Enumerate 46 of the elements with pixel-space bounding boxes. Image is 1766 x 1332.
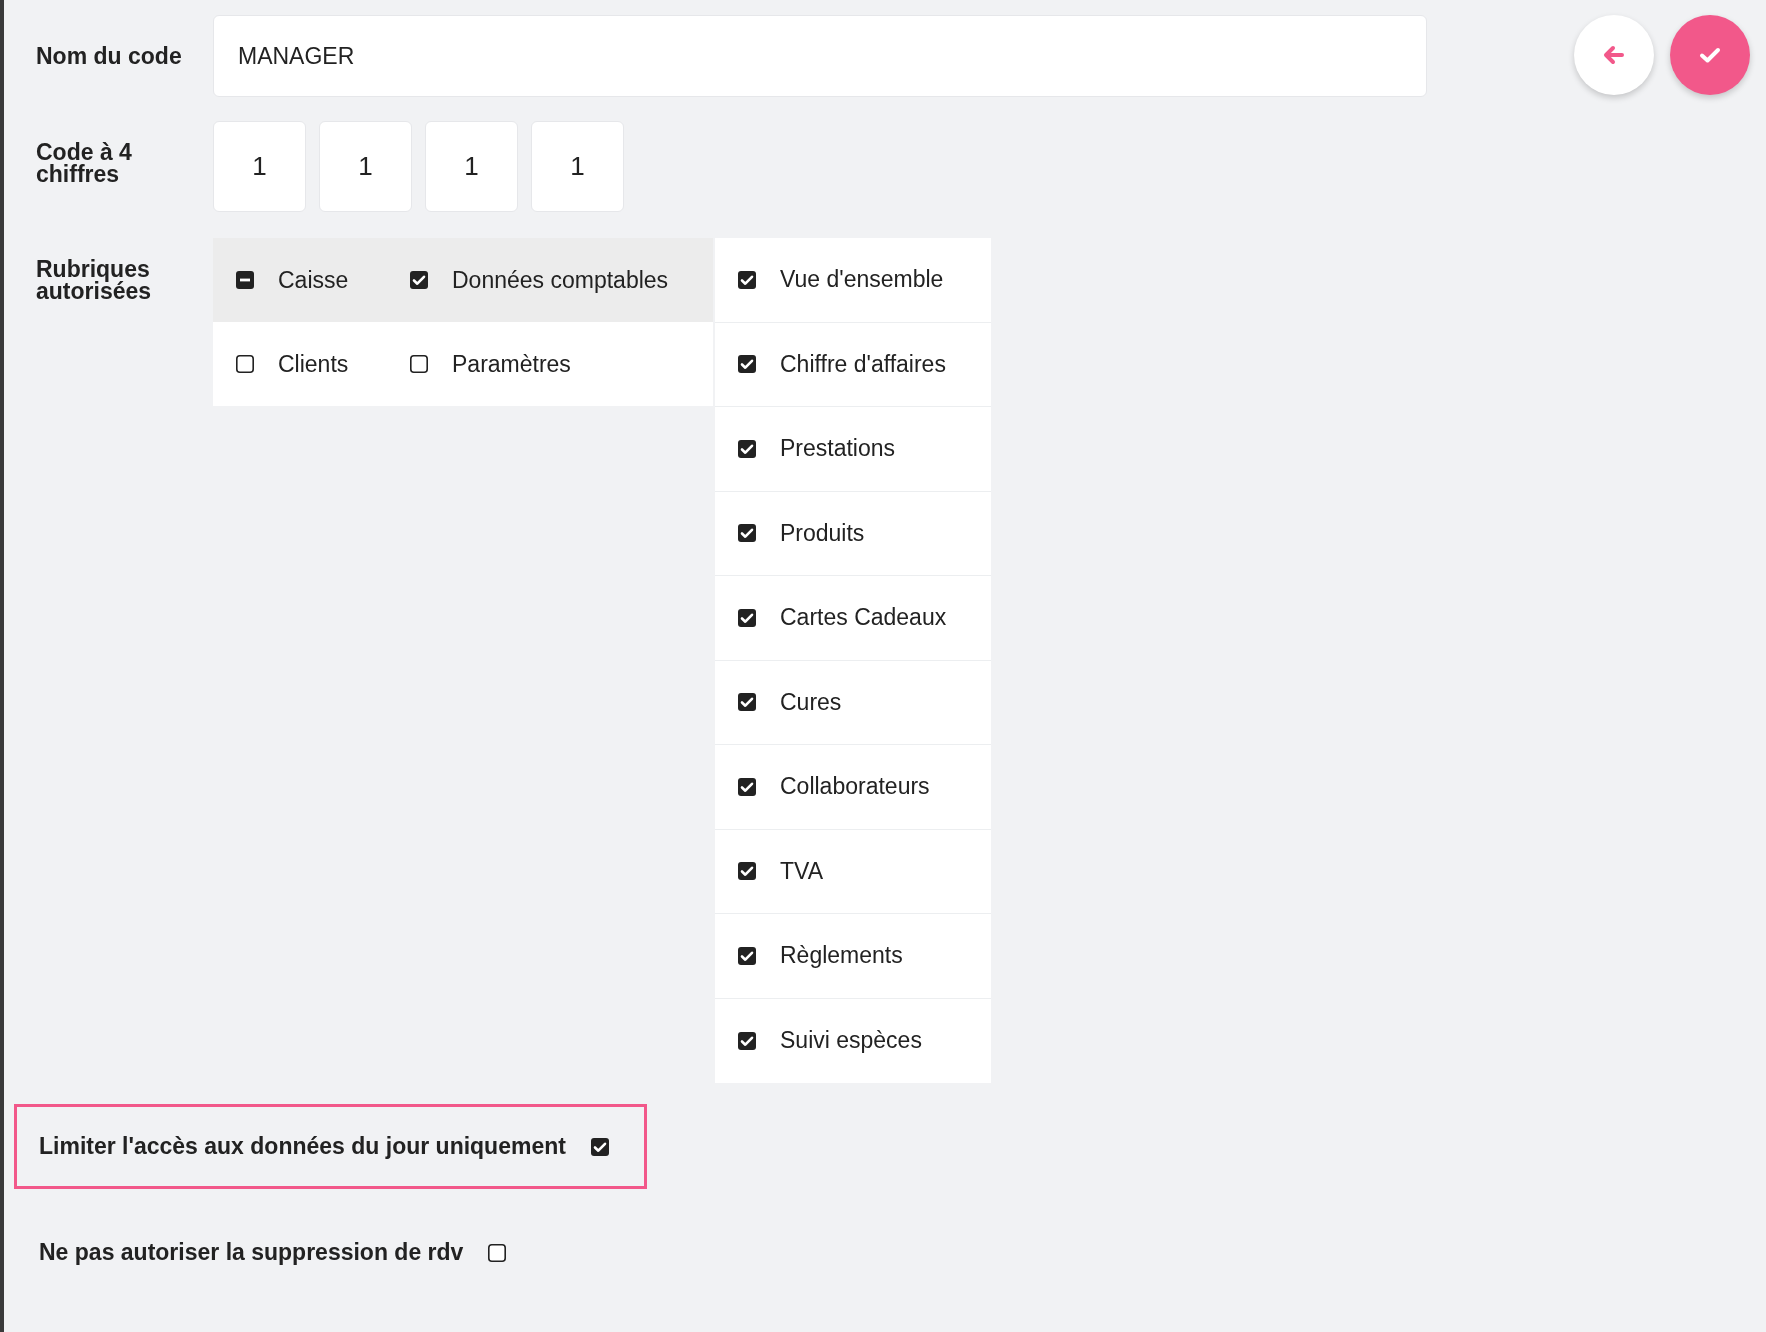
option-label: Ne pas autoriser la suppression de rdv: [39, 1239, 464, 1266]
subsection-label: TVA: [780, 857, 824, 885]
back-button[interactable]: [1574, 15, 1654, 95]
subsection-label: Vue d'ensemble: [780, 266, 944, 294]
confirm-button[interactable]: [1670, 15, 1750, 95]
option-label: Limiter l'accès aux données du jour uniquement: [39, 1133, 566, 1160]
checked-checkbox-icon[interactable]: [589, 1136, 610, 1157]
checked-checkbox-icon[interactable]: [737, 354, 757, 375]
pin-digit-field[interactable]: 1: [531, 121, 624, 212]
pin-digit-field[interactable]: 1: [213, 121, 306, 212]
empty-checkbox-icon[interactable]: [487, 1242, 508, 1263]
subsection-label: Cartes Cadeaux: [780, 604, 947, 632]
arrow-left-icon: [1603, 45, 1625, 65]
subsection-label: Chiffre d'affaires: [780, 350, 946, 378]
subsection-label: Collaborateurs: [780, 773, 930, 801]
subsection-label: Produits: [780, 519, 865, 547]
indeterminate-checkbox-icon[interactable]: [235, 270, 255, 290]
checked-checkbox-icon[interactable]: [737, 269, 757, 290]
field-label: Rubriques autorisées: [36, 258, 153, 306]
checked-checkbox-icon[interactable]: [737, 945, 757, 966]
code-name-field[interactable]: MANAGER: [213, 15, 1427, 97]
field-label: Nom du code: [36, 42, 183, 70]
pin-digit-field[interactable]: 1: [319, 121, 412, 212]
field-label: Code à 4 chiffres: [36, 140, 133, 185]
empty-checkbox-icon[interactable]: [235, 354, 255, 374]
checked-checkbox-icon[interactable]: [737, 438, 757, 459]
section-label: Données comptables: [452, 266, 669, 294]
checked-checkbox-icon[interactable]: [737, 776, 757, 797]
subsection-label: Suivi espèces: [780, 1027, 922, 1055]
checkmark-icon: [1699, 46, 1721, 64]
section-row[interactable]: Caisse Données comptables: [213, 238, 713, 322]
checked-checkbox-icon[interactable]: [737, 523, 757, 544]
checked-checkbox-icon[interactable]: [409, 270, 429, 290]
subsection-label: Cures: [780, 688, 842, 716]
empty-checkbox-icon[interactable]: [409, 354, 429, 374]
subsection-label: Règlements: [780, 942, 903, 970]
section-label: Caisse: [278, 266, 349, 294]
pin-digit-field[interactable]: 1: [425, 121, 518, 212]
checked-checkbox-icon[interactable]: [737, 692, 757, 713]
checked-checkbox-icon[interactable]: [737, 861, 757, 882]
checked-checkbox-icon[interactable]: [737, 1030, 757, 1051]
section-label: Clients: [278, 350, 349, 378]
section-row[interactable]: Clients Paramètres: [213, 322, 713, 406]
section-label: Paramètres: [452, 350, 571, 378]
checked-checkbox-icon[interactable]: [737, 607, 757, 628]
subsection-label: Prestations: [780, 435, 896, 463]
